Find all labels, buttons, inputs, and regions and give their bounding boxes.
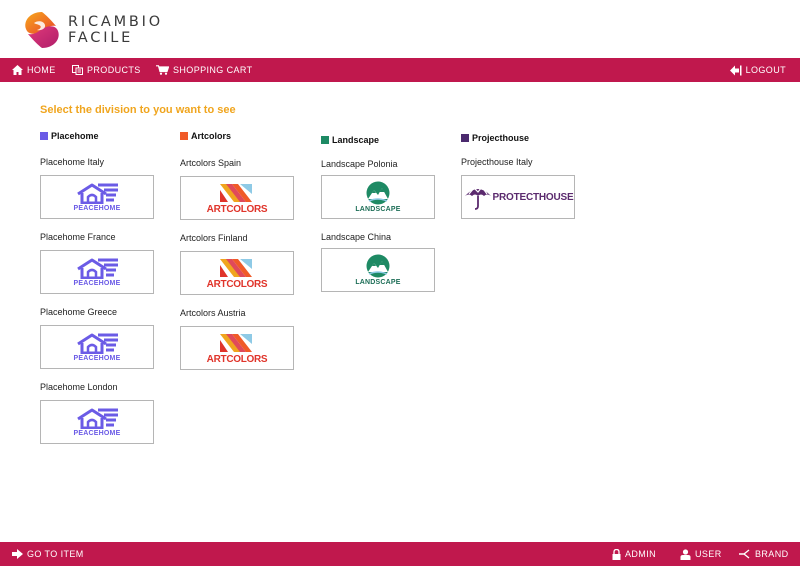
division-item-label: Placehome London: [40, 382, 118, 392]
logo-text: RICAMBIO FACILE: [68, 14, 163, 46]
page-title: Select the division to you want to see: [40, 104, 236, 116]
division-card-projecthouse-italy[interactable]: PROTECTHOUSE: [461, 175, 575, 219]
brand-button[interactable]: BRAND: [739, 542, 789, 566]
division-name: Artcolors: [191, 131, 232, 141]
brand-name: LANDSCAPE: [355, 279, 401, 286]
landscape-logo-icon: [366, 181, 390, 205]
division-name: Placehome: [51, 131, 99, 141]
brand-label: BRAND: [755, 549, 789, 559]
nav-products[interactable]: PRODUCTS: [72, 58, 141, 82]
protecthouse-umbrella-icon: [464, 186, 491, 210]
nav-logout-label: LOGOUT: [745, 65, 786, 75]
user-label: USER: [695, 549, 722, 559]
nav-home[interactable]: HOME: [12, 58, 56, 82]
admin-label: ADMIN: [625, 549, 656, 559]
division-header-landscape: Landscape: [321, 134, 441, 146]
brand-name: ARTCOLORS: [206, 203, 268, 215]
division-header-artcolors: Artcolors: [180, 130, 300, 142]
division-item: Placehome Greece PEACEHOME: [40, 306, 160, 369]
division-item: Artcolors Spain ARTCOLORS: [180, 157, 300, 220]
brand-name: PROTECTHOUSE: [492, 191, 574, 203]
division-card-artcolors-finland[interactable]: ARTCOLORS: [180, 251, 294, 295]
artcolors-logo-icon: [220, 333, 252, 352]
division-item-label: Artcolors Finland: [180, 233, 248, 243]
user-icon: [680, 548, 691, 560]
home-icon: [12, 65, 23, 75]
division-item-label: Placehome Greece: [40, 307, 118, 317]
brand-name: LANDSCAPE: [355, 206, 401, 213]
division-card-placehome-london[interactable]: PEACEHOME: [40, 400, 154, 444]
admin-button[interactable]: ADMIN: [612, 542, 656, 566]
peacehome-logo-icon: [77, 183, 118, 204]
peacehome-logo-icon: [77, 408, 118, 429]
brand-name: PEACEHOME: [73, 430, 121, 437]
division-card-placehome-france[interactable]: PEACEHOME: [40, 250, 154, 294]
user-button[interactable]: USER: [680, 542, 722, 566]
division-item: Projecthouse Italy PROTECTHOUSE: [461, 156, 581, 219]
peacehome-logo-icon: [77, 333, 118, 354]
division-item: Placehome France PEACEHOME: [40, 231, 160, 294]
division-item-label: Landscape Polonia: [321, 159, 398, 169]
top-navigation: HOME PRODUCTS SHOPPING CART LOGOUT: [0, 58, 800, 82]
logo-swirl-icon: [25, 12, 59, 48]
division-header-placehome: Placehome: [40, 130, 160, 142]
division-card-landscape-china[interactable]: LANDSCAPE: [321, 248, 435, 292]
logo-line-2: FACILE: [68, 30, 134, 46]
brand-name: PEACEHOME: [73, 355, 121, 362]
division-item-label: Projecthouse Italy: [461, 157, 533, 167]
division-card-artcolors-spain[interactable]: ARTCOLORS: [180, 176, 294, 220]
nav-shopping-cart[interactable]: SHOPPING CART: [156, 58, 253, 82]
nav-products-label: PRODUCTS: [87, 65, 141, 75]
artcolors-logo-icon: [220, 258, 252, 277]
shopping-cart-icon: [156, 65, 169, 75]
division-column-placehome: Placehome Placehome Italy PEACEHOME Plac…: [40, 130, 160, 444]
division-item: Placehome Italy PEACEHOME: [40, 156, 160, 219]
division-name: Projecthouse: [472, 133, 530, 143]
brand-branch-icon: [739, 549, 750, 559]
nav-shopping-cart-label: SHOPPING CART: [173, 65, 253, 75]
division-item: Landscape China LANDSCAPE: [321, 231, 441, 292]
brand-name: ARTCOLORS: [206, 278, 268, 290]
nav-logout[interactable]: LOGOUT: [729, 58, 786, 82]
division-item-label: Artcolors Spain: [180, 158, 242, 168]
division-item: Artcolors Finland ARTCOLORS: [180, 232, 300, 295]
peacehome-logo-icon: [77, 258, 118, 279]
go-to-item-label: GO TO ITEM: [27, 549, 84, 559]
logo-line-1: RICAMBIO: [68, 14, 163, 30]
division-card-placehome-italy[interactable]: PEACEHOME: [40, 175, 154, 219]
division-item: Landscape Polonia LANDSCAPE: [321, 158, 441, 219]
artcolors-logo-icon: [220, 183, 252, 202]
division-item-label: Placehome Italy: [40, 157, 105, 167]
logout-arrow-icon: [729, 65, 742, 75]
brand-name: ARTCOLORS: [206, 353, 268, 365]
landscape-logo-icon: [366, 254, 390, 278]
division-item: Placehome London PEACEHOME: [40, 381, 160, 444]
division-color-swatch: [321, 136, 329, 144]
division-color-swatch: [40, 132, 48, 140]
division-item-label: Artcolors Austria: [180, 308, 246, 318]
arrow-right-icon: [12, 549, 23, 559]
brand-name: PEACEHOME: [73, 280, 121, 287]
division-name: Landscape: [332, 135, 380, 145]
nav-home-label: HOME: [27, 65, 56, 75]
lock-icon: [612, 548, 621, 560]
division-item-label: Landscape China: [321, 232, 392, 242]
go-to-item-button[interactable]: GO TO ITEM: [12, 542, 84, 566]
division-column-artcolors: Artcolors Artcolors Spain ARTCOLORS Artc…: [180, 130, 300, 370]
division-card-placehome-greece[interactable]: PEACEHOME: [40, 325, 154, 369]
division-item-label: Placehome France: [40, 232, 116, 242]
division-color-swatch: [461, 134, 469, 142]
division-header-projecthouse: Projecthouse: [461, 132, 581, 144]
brand-name: PEACEHOME: [73, 205, 121, 212]
division-color-swatch: [180, 132, 188, 140]
bottom-navigation: GO TO ITEM ADMIN USER BRAND: [0, 542, 800, 566]
header: RICAMBIO FACILE: [0, 0, 800, 58]
division-column-projecthouse: Projecthouse Projecthouse Italy PROTECTH…: [461, 130, 581, 219]
division-column-landscape: Landscape Landscape Polonia LANDSCAPE La…: [321, 130, 441, 292]
ricambio-facile-logo[interactable]: RICAMBIO FACILE: [20, 9, 163, 51]
products-icon: [72, 65, 83, 75]
division-item: Artcolors Austria ARTCOLORS: [180, 307, 300, 370]
division-card-landscape-polonia[interactable]: LANDSCAPE: [321, 175, 435, 219]
division-card-artcolors-austria[interactable]: ARTCOLORS: [180, 326, 294, 370]
